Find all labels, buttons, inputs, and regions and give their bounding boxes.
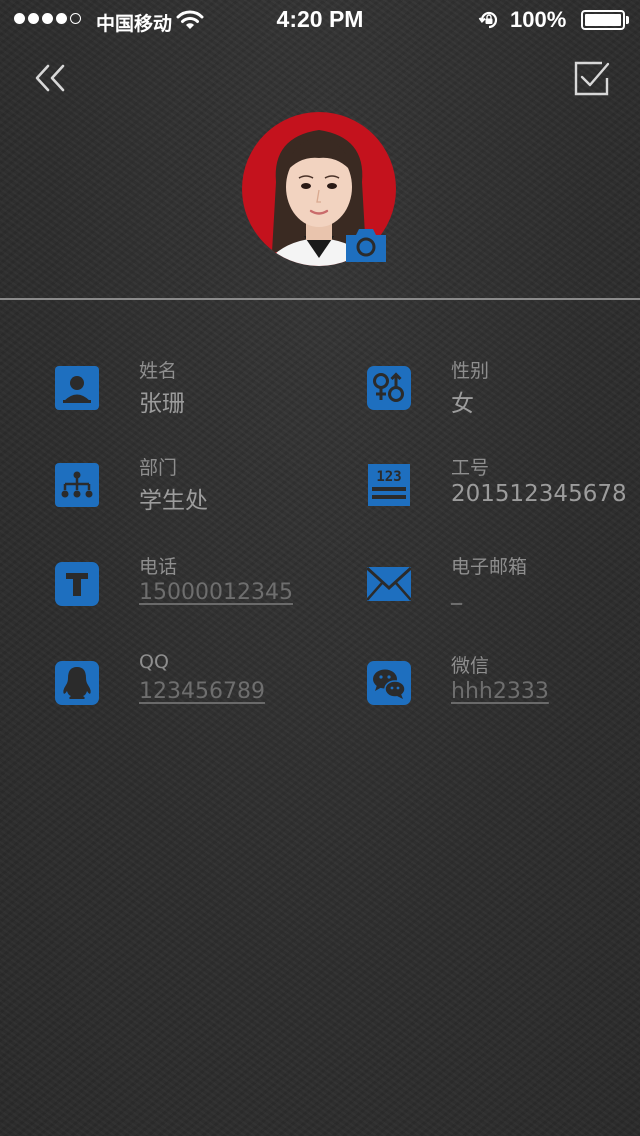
phone-link[interactable]: 15000012345 (139, 580, 293, 605)
field-gender: 性别 女 (367, 360, 640, 420)
battery-tip (626, 16, 629, 24)
field-label: 电子邮箱 (451, 556, 528, 578)
battery-percentage: 100% (510, 7, 567, 32)
id-number-icon: 123 (368, 464, 410, 506)
field-label: 性别 (451, 360, 490, 382)
field-label: 姓名 (139, 360, 178, 382)
svg-text:123: 123 (376, 469, 401, 485)
field-department: 部门 学生处 (55, 457, 355, 517)
rotation-lock-icon (478, 9, 500, 36)
camera-icon (346, 229, 386, 262)
status-bar: 中国移动 4:20 PM 100% (0, 0, 640, 40)
field-value: 学生处 (139, 488, 208, 514)
mail-icon (367, 566, 411, 601)
field-label: 电话 (139, 556, 178, 578)
qq-penguin-icon (55, 661, 99, 705)
field-value: 201512345678 (451, 481, 627, 507)
field-wechat: 微信 hhh2333 (367, 655, 640, 715)
field-value: 张珊 (139, 391, 185, 417)
field-value: 女 (451, 391, 474, 417)
header-divider (0, 298, 640, 300)
battery-icon (581, 10, 625, 30)
field-label: 部门 (139, 457, 178, 479)
qq-link[interactable]: 123456789 (139, 679, 265, 704)
phone-t-icon (55, 562, 99, 606)
user-icon (55, 366, 99, 410)
field-qq: QQ 123456789 (55, 651, 355, 715)
org-chart-icon (55, 463, 99, 507)
field-label: QQ (139, 651, 169, 673)
field-name: 姓名 张珊 (55, 360, 355, 420)
gender-icon (367, 366, 411, 410)
field-label: 工号 (451, 457, 490, 479)
field-employee-id: 123 工号 201512345678 (367, 457, 640, 517)
save-check-button[interactable] (570, 56, 614, 100)
change-avatar-button[interactable] (344, 226, 388, 264)
field-phone: 电话 15000012345 (55, 556, 355, 616)
double-chevron-left-icon (35, 64, 65, 92)
wechat-link[interactable]: hhh2333 (451, 679, 549, 704)
back-button[interactable] (28, 58, 74, 98)
field-email: 电子邮箱 _ (367, 556, 640, 616)
checkbox-check-icon (574, 61, 610, 96)
field-label: 微信 (451, 655, 490, 677)
wechat-icon (367, 661, 411, 705)
email-link[interactable]: _ (451, 580, 462, 605)
